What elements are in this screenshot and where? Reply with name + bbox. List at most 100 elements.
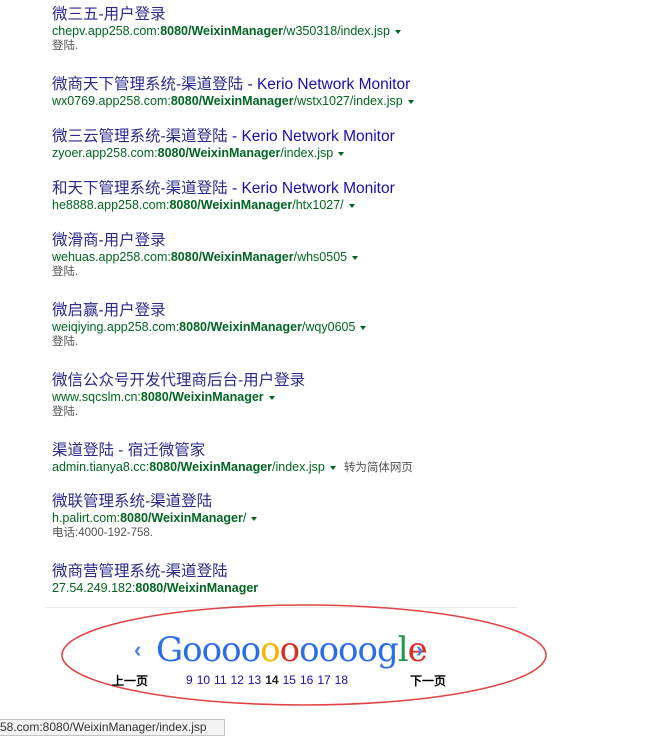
logo-letter: o: [221, 630, 242, 670]
url-match: 8080/WeixinManager: [170, 250, 294, 264]
prev-arrow-icon[interactable]: ‹: [134, 639, 141, 661]
result-title-link[interactable]: 微滑商-用户登录: [52, 232, 522, 250]
url-match: 8080/WeixinManager: [160, 24, 283, 38]
page-number-link[interactable]: 18: [335, 673, 348, 687]
url-path: /wstx1027/index.jsp: [293, 94, 403, 108]
next-page-link[interactable]: 下一页: [410, 672, 446, 689]
result-url[interactable]: admin.tianya8.cc:8080/WeixinManager/inde…: [52, 460, 522, 476]
search-result: 和天下管理系统-渠道登陆 - Kerio Network Monitor he88…: [52, 180, 522, 213]
url-host: zyoer.app258.com:: [52, 146, 158, 160]
result-title: 微商营管理系统-渠道登陆: [52, 563, 228, 580]
url-path: /: [242, 511, 247, 525]
result-title-link[interactable]: 微信公众号开发代理商后台-用户登录: [52, 372, 522, 390]
result-title: 微三五-用户登录: [52, 6, 166, 23]
logo-letter: o: [240, 630, 262, 670]
search-result: 微滑商-用户登录 wehuas.app258.com:8080/WeixinMan…: [52, 232, 522, 280]
result-url[interactable]: h.palirt.com:8080/WeixinManager/: [52, 511, 522, 526]
page-number-link[interactable]: 10: [197, 673, 210, 687]
url-match: 8080/WeixinManager: [140, 390, 264, 404]
url-dropdown-icon[interactable]: [268, 395, 275, 400]
url-host: admin.tianya8.cc:: [52, 460, 150, 474]
url-match: 8080/WeixinManager: [120, 511, 243, 525]
logo-letter: o: [182, 630, 203, 670]
url-dropdown-icon[interactable]: [251, 516, 258, 521]
logo-letter: o: [201, 630, 223, 670]
logo-letter: o: [279, 630, 301, 670]
url-dropdown-icon[interactable]: [329, 465, 336, 470]
url-match: 8080/WeixinManager: [169, 198, 293, 212]
result-snippet: 登陆.: [52, 266, 79, 278]
url-path: /index.jsp: [272, 460, 325, 474]
result-title: 微滑商-用户登录: [52, 232, 166, 249]
url-host: www.sqcslm.cn:: [52, 390, 141, 404]
search-result: 微商天下管理系统-渠道登陆 - Kerio Network Monitor wx0…: [52, 76, 522, 109]
translate-link[interactable]: 转为简体网页: [344, 462, 413, 474]
search-result: 渠道登陆 - 宿迁微管家 admin.tianya8.cc:8080/Weixin…: [52, 442, 522, 476]
result-title: 渠道登陆 - 宿迁微管家: [52, 442, 206, 459]
result-title-link[interactable]: 微三五-用户登录: [52, 6, 522, 24]
result-title-link[interactable]: 微商营管理系统-渠道登陆: [52, 563, 522, 581]
logo-letter: o: [299, 630, 320, 670]
url-match: 8080/WeixinManager: [135, 581, 259, 595]
result-title-link[interactable]: 微三云管理系统-渠道登陆 - Kerio Network Monitor: [52, 128, 522, 146]
page-number-link[interactable]: 17: [317, 673, 330, 687]
result-title-suffix: - Kerio Network Monitor: [227, 180, 395, 197]
search-result: 微三五-用户登录 chepv.app258.com:8080/WeixinMana…: [52, 6, 522, 54]
url-dropdown-icon[interactable]: [338, 151, 345, 156]
logo-letter: o: [357, 630, 379, 670]
url-match: 8080/WeixinManager: [170, 94, 294, 108]
logo-letter: g: [377, 630, 399, 670]
url-path: /index.jsp: [280, 146, 334, 160]
search-result: 微联管理系统-渠道登陆 h.palirt.com:8080/WeixinManag…: [52, 493, 522, 541]
prev-page-link[interactable]: 上一页: [112, 672, 148, 689]
result-title-suffix: - Kerio Network Monitor: [227, 128, 395, 145]
result-snippet: 登陆.: [52, 406, 79, 418]
result-title: 微启赢-用户登录: [52, 302, 166, 319]
url-host: he8888.app258.com:: [52, 198, 170, 212]
url-path: /htx1027/: [292, 198, 344, 212]
logo-letter: l: [397, 630, 409, 670]
page-number-link[interactable]: 15: [283, 673, 296, 687]
result-url[interactable]: zyoer.app258.com:8080/WeixinManager/inde…: [52, 146, 522, 161]
result-url[interactable]: chepv.app258.com:8080/WeixinManager/w350…: [52, 24, 522, 39]
url-dropdown-icon[interactable]: [352, 255, 359, 260]
url-dropdown-icon[interactable]: [348, 203, 355, 208]
result-url[interactable]: wx0769.app258.com:8080/WeixinManager/wst…: [52, 94, 522, 109]
search-result: 微信公众号开发代理商后台-用户登录 www.sqcslm.cn:8080/Weix…: [52, 372, 522, 420]
logo-letter: G: [156, 630, 183, 670]
result-url[interactable]: www.sqcslm.cn:8080/WeixinManager: [52, 390, 522, 405]
result-url[interactable]: weiqiying.app258.com:8080/WeixinManager/…: [52, 320, 522, 335]
result-title-link[interactable]: 微启赢-用户登录: [52, 302, 522, 320]
search-result: 微启赢-用户登录 weiqiying.app258.com:8080/Weixin…: [52, 302, 522, 350]
url-match: 8080/WeixinManager: [179, 320, 302, 334]
result-snippet: 登陆.: [52, 336, 79, 348]
result-snippet: 登陆.: [52, 40, 79, 52]
page-number-link[interactable]: 13: [248, 673, 261, 687]
url-path: /whs0505: [293, 250, 348, 264]
page-number-link[interactable]: 14: [265, 673, 278, 687]
url-dropdown-icon[interactable]: [360, 325, 367, 330]
page-number-link[interactable]: 9: [186, 673, 193, 687]
url-host: wx0769.app258.com:: [52, 94, 171, 108]
url-dropdown-icon[interactable]: [407, 99, 414, 104]
pagination: ‹ Goooooooooogle › 上一页 9 10 11 12 13 14 15 16 17…: [0, 604, 648, 706]
status-bar-url: 58.com:8080/WeixinManager/index.jsp: [0, 719, 225, 736]
result-title-link[interactable]: 微联管理系统-渠道登陆: [52, 493, 522, 511]
result-url[interactable]: he8888.app258.com:8080/WeixinManager/htx…: [52, 198, 522, 213]
logo-letter: o: [260, 630, 281, 670]
page-number-link[interactable]: 11: [214, 673, 226, 687]
logo-letter: o: [338, 630, 359, 670]
search-result: 微三云管理系统-渠道登陆 - Kerio Network Monitor zyoe…: [52, 128, 522, 161]
logo-letter: o: [318, 630, 340, 670]
next-arrow-icon[interactable]: ›: [416, 639, 423, 661]
result-title-link[interactable]: 和天下管理系统-渠道登陆 - Kerio Network Monitor: [52, 180, 522, 198]
url-dropdown-icon[interactable]: [394, 29, 401, 34]
url-host: wehuas.app258.com:: [52, 250, 171, 264]
result-title-link[interactable]: 微商天下管理系统-渠道登陆 - Kerio Network Monitor: [52, 76, 522, 94]
page-number-link[interactable]: 12: [231, 673, 244, 687]
result-url[interactable]: 27.54.249.182:8080/WeixinManager: [52, 581, 522, 596]
result-url[interactable]: wehuas.app258.com:8080/WeixinManager/whs…: [52, 250, 522, 265]
result-snippet: 电话:4000-192-758.: [52, 527, 154, 539]
result-title-link[interactable]: 渠道登陆 - 宿迁微管家: [52, 442, 522, 460]
page-number-link[interactable]: 16: [300, 673, 313, 687]
